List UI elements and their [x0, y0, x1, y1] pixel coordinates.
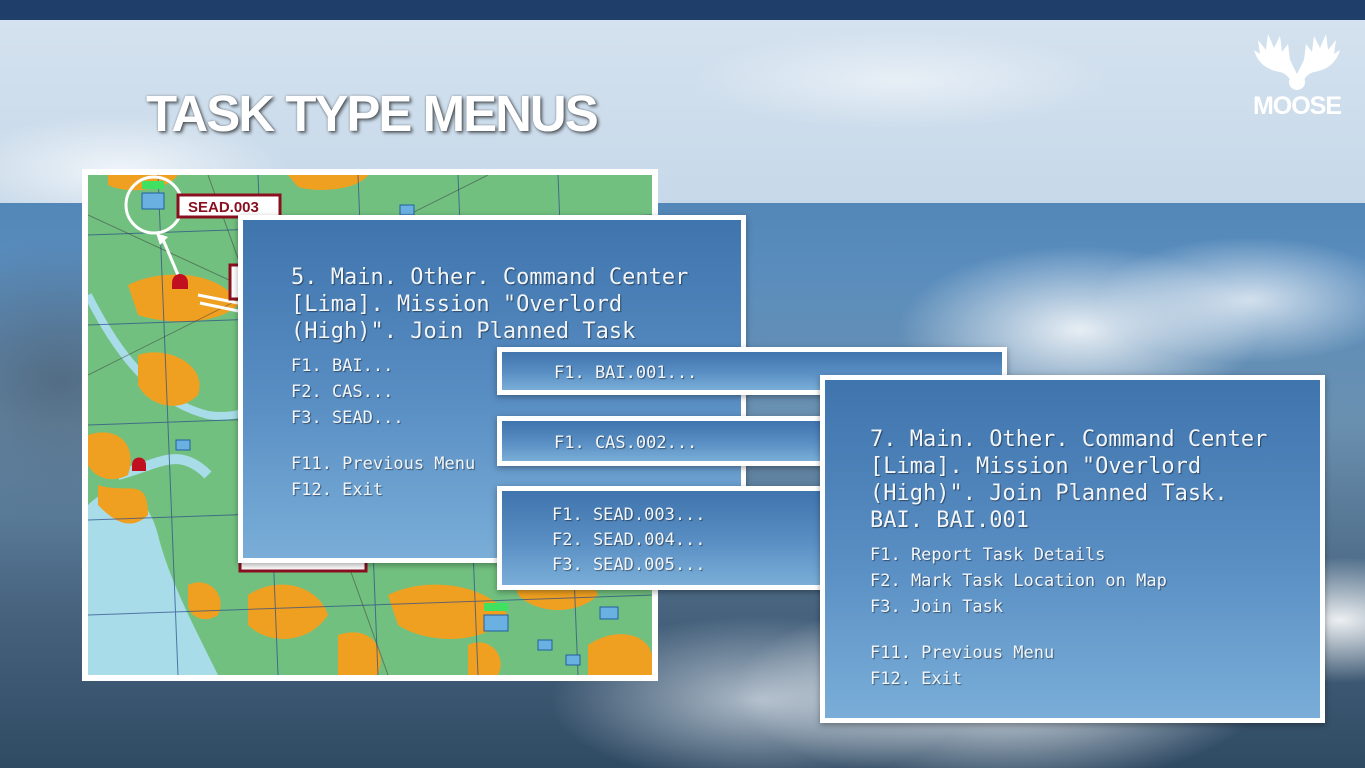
menu-task-title-line: [Lima]. Mission "Overlord	[870, 454, 1202, 479]
menu-task-title-line: BAI. BAI.001	[870, 508, 1029, 533]
menu-cas: F1. CAS.002...	[497, 416, 827, 466]
menu-main-title-line: [Lima]. Mission "Overlord	[291, 292, 623, 317]
menu-task-title-line: 7. Main. Other. Command Center	[870, 427, 1268, 452]
menu-main-title-line: (High)". Join Planned Task	[291, 319, 636, 344]
moose-logo: MOOSE	[1250, 30, 1344, 126]
menu-item-exit[interactable]: F12. Exit	[870, 666, 1320, 692]
menu-task-title-line: (High)". Join Planned Task.	[870, 481, 1228, 506]
menu-item-join-task[interactable]: F3. Join Task	[870, 594, 1320, 620]
menu-sead: F1. SEAD.003... F2. SEAD.004... F3. SEAD…	[497, 486, 827, 590]
menu-item-sead-005[interactable]: F3. SEAD.005...	[552, 553, 822, 578]
moose-antlers-icon	[1254, 34, 1340, 90]
menu-task: 7. Main. Other. Command Center [Lima]. M…	[820, 375, 1325, 723]
top-bar	[0, 0, 1365, 20]
menu-item-sead-004[interactable]: F2. SEAD.004...	[552, 528, 822, 553]
menu-item-mark-location[interactable]: F2. Mark Task Location on Map	[870, 568, 1320, 594]
menu-item-report-details[interactable]: F1. Report Task Details	[870, 542, 1320, 568]
logo-text: MOOSE	[1252, 92, 1342, 120]
map-marker-label: SEAD.003	[188, 199, 259, 216]
menu-item-previous[interactable]: F11. Previous Menu	[870, 640, 1320, 666]
menu-main-title-line: 5. Main. Other. Command Center	[291, 265, 689, 290]
slide-title: TASK TYPE MENUS	[146, 85, 599, 142]
menu-item-sead-003[interactable]: F1. SEAD.003...	[552, 503, 822, 528]
menu-item-cas-002[interactable]: F1. CAS.002...	[554, 431, 822, 456]
